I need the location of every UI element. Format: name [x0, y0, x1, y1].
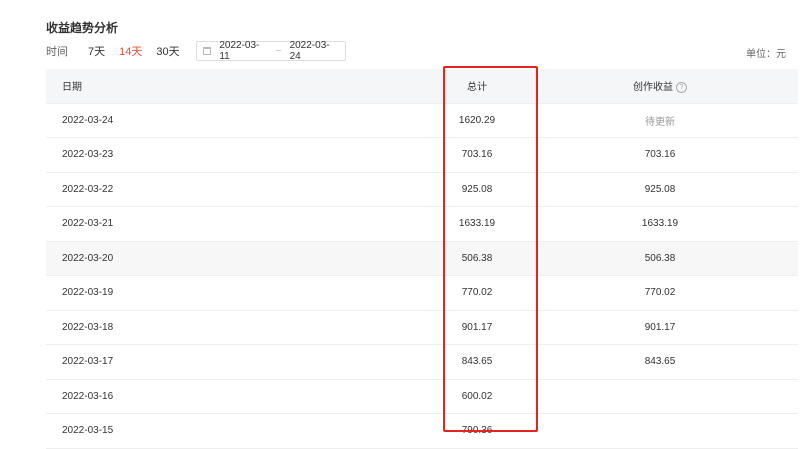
cell-earnings: 506.38: [522, 241, 798, 276]
cell-total: 901.17: [432, 310, 522, 345]
page-title: 收益趋势分析: [46, 21, 119, 35]
table-row: 2022-03-16 600.02: [46, 379, 798, 414]
cell-total: 1620.29: [432, 103, 522, 138]
help-icon[interactable]: ?: [676, 82, 687, 94]
cell-total: 925.08: [432, 172, 522, 207]
cell-total: 600.02: [432, 379, 522, 414]
cell-date: 2022-03-16: [46, 379, 432, 414]
cell-date: 2022-03-21: [46, 206, 432, 242]
cell-date: 2022-03-22: [46, 172, 432, 207]
range-7-days[interactable]: 7天: [88, 43, 105, 59]
cell-earnings: 925.08: [522, 172, 798, 207]
cell-earnings: 843.65: [522, 344, 798, 380]
table-row: 2022-03-23 703.16 703.16: [46, 137, 798, 173]
table-row: 2022-03-15 790.36: [46, 413, 798, 449]
cell-total: 790.36: [432, 413, 522, 449]
cell-date: 2022-03-24: [46, 103, 432, 138]
cell-earnings: 待更新: [522, 103, 798, 138]
table-header-row: 日期 总计 创作收益?: [46, 69, 798, 104]
cell-date: 2022-03-15: [46, 413, 432, 449]
cell-date: 2022-03-17: [46, 344, 432, 380]
header-earnings: 创作收益?: [522, 69, 798, 104]
table-row: 2022-03-20 506.38 506.38: [46, 241, 798, 276]
table-row: 2022-03-21 1633.19 1633.19: [46, 206, 798, 242]
cell-earnings: [522, 379, 798, 414]
cell-earnings: 1633.19: [522, 206, 798, 242]
cell-earnings: [522, 413, 798, 449]
start-date: 2022-03-11: [219, 40, 260, 62]
header-earnings-label: 创作收益: [633, 82, 673, 94]
earnings-table: 日期 总计 创作收益? 2022-03-24 1620.29 待更新 2022-…: [46, 69, 798, 449]
cell-date: 2022-03-20: [46, 241, 432, 276]
date-range-picker[interactable]: 2022-03-11 ~ 2022-03-24: [195, 40, 346, 62]
cell-earnings: 901.17: [522, 310, 798, 345]
table-row: 2022-03-24 1620.29 待更新: [46, 103, 798, 138]
table-row: 2022-03-17 843.65 843.65: [46, 344, 798, 380]
unit-label: 单位：元: [746, 49, 786, 60]
cell-total: 703.16: [432, 137, 522, 173]
table-row: 2022-03-19 770.02 770.02: [46, 275, 798, 311]
range-14-days[interactable]: 14天: [119, 43, 142, 59]
header-date: 日期: [46, 69, 432, 104]
date-separator: ~: [275, 45, 282, 57]
calendar-icon: [202, 47, 212, 55]
time-label: 时间: [46, 46, 68, 58]
cell-date: 2022-03-23: [46, 137, 432, 173]
cell-earnings: 770.02: [522, 275, 798, 311]
table-row: 2022-03-18 901.17 901.17: [46, 310, 798, 345]
cell-date: 2022-03-19: [46, 275, 432, 311]
cell-date: 2022-03-18: [46, 310, 432, 345]
cell-earnings: 703.16: [522, 137, 798, 173]
cell-total: 506.38: [432, 241, 522, 276]
table-row: 2022-03-22 925.08 925.08: [46, 172, 798, 207]
cell-total: 843.65: [432, 344, 522, 380]
time-filter: 时间 7天 14天 30天 2022-03-11 ~ 2022-03-24: [46, 40, 346, 62]
range-30-days[interactable]: 30天: [156, 43, 179, 59]
cell-total: 770.02: [432, 275, 522, 311]
header-total: 总计: [432, 69, 522, 104]
cell-total: 1633.19: [432, 206, 522, 242]
end-date: 2022-03-24: [289, 40, 330, 62]
